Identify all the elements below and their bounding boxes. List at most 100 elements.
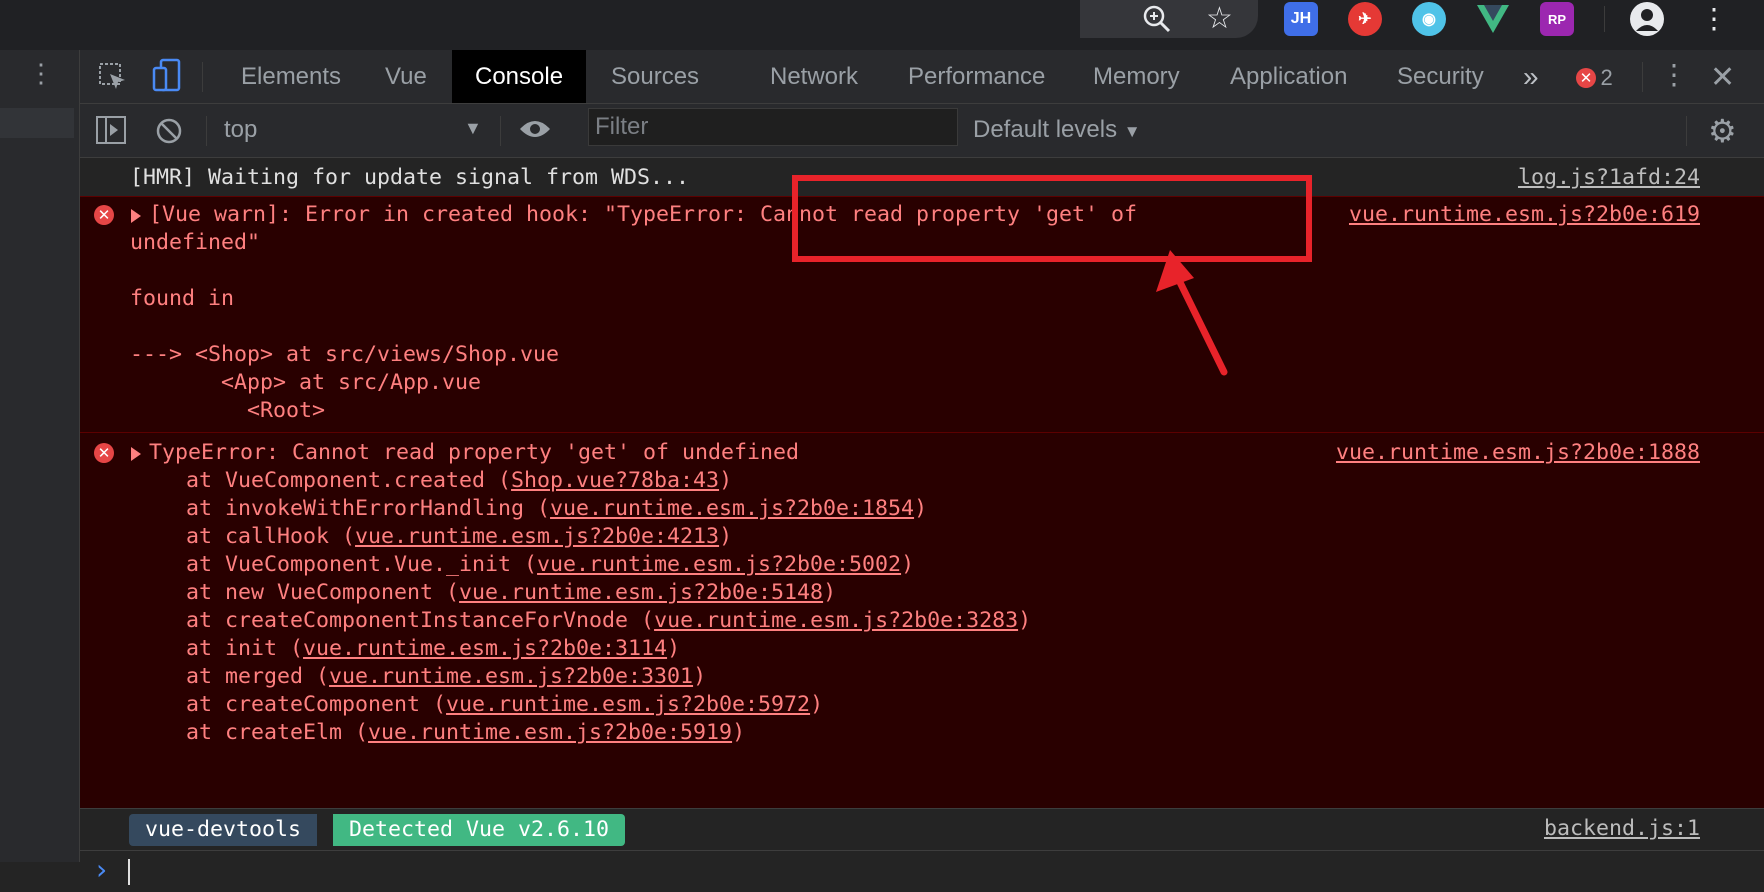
stack-frame-function: callHook [225, 524, 330, 549]
toolbar-separator-3 [1686, 116, 1687, 146]
console-message-vue-devtools: vue-devtools Detected Vue v2.6.10 backen… [80, 808, 1764, 850]
tab-security[interactable]: Security [1374, 50, 1507, 103]
stack-frame-paren-close: ) [914, 496, 928, 521]
stack-frame-function: createComponent [225, 692, 421, 717]
stack-frame-location-link[interactable]: vue.runtime.esm.js?2b0e:5148 [459, 580, 823, 605]
extension-rp-label: RP [1547, 11, 1567, 27]
vue-warn-source-link[interactable]: vue.runtime.esm.js?2b0e:619 [1349, 201, 1700, 229]
stack-frame-location-link[interactable]: vue.runtime.esm.js?2b0e:3283 [654, 608, 1018, 633]
tabbar-separator [202, 62, 203, 92]
stack-frame-at: at [186, 580, 226, 605]
stack-frame-location-link[interactable]: vue.runtime.esm.js?2b0e:3114 [303, 636, 667, 661]
annotation-arrow-icon [1156, 250, 1228, 376]
stack-frame-location-link[interactable]: vue.runtime.esm.js?2b0e:5919 [368, 720, 732, 745]
vue-devtools-extension-icon[interactable] [1476, 2, 1510, 36]
log-levels-selector[interactable]: Default levels ▼ [973, 116, 1141, 144]
tab-vue[interactable]: Vue [362, 50, 450, 103]
extension-rp-icon[interactable]: RP [1540, 2, 1574, 36]
log-source-link[interactable]: log.js?1afd:24 [1518, 164, 1700, 192]
stack-frame-paren-close: ) [810, 692, 824, 717]
inspect-element-icon[interactable] [98, 62, 128, 97]
stack-frame-paren-close: ) [719, 468, 733, 493]
stack-frame: at invokeWithErrorHandling (vue.runtime.… [186, 495, 1031, 523]
left-panel-selection [0, 108, 74, 138]
devtools-menu-icon[interactable]: ⋮ [1660, 58, 1688, 91]
toolbar-separator-2 [500, 116, 501, 146]
zoom-icon[interactable] [1142, 4, 1172, 40]
vue-warn-component-app: <App> at src/App.vue [130, 370, 482, 395]
tab-console[interactable]: Console [452, 50, 587, 103]
stack-frame-paren-open: ( [433, 580, 460, 605]
bookmark-star-icon[interactable]: ☆ [1206, 4, 1233, 34]
log-message-text: [HMR] Waiting for update signal from WDS… [130, 165, 690, 190]
devtools-tabbar: Elements Vue Console Sources Network Per… [80, 50, 1764, 104]
context-dropdown-icon[interactable]: ▼ [464, 118, 482, 139]
stack-frame-paren-open: ( [420, 692, 447, 717]
console-settings-gear-icon[interactable]: ⚙ [1708, 115, 1737, 147]
text-cursor [128, 859, 130, 885]
stack-frame-at: at [186, 468, 226, 493]
stack-frame-at: at [186, 524, 226, 549]
stack-frame-paren-open: ( [511, 552, 538, 577]
stack-frame-location-link[interactable]: Shop.vue?78ba:43 [511, 468, 719, 493]
vue-warn-component-root: <Root> [130, 398, 326, 423]
console-filter-input[interactable] [588, 108, 958, 146]
stack-frame-paren-open: ( [485, 468, 512, 493]
stack-frame-paren-open: ( [342, 720, 369, 745]
tab-elements[interactable]: Elements [218, 50, 364, 103]
browser-toolbar-separator [1604, 6, 1605, 32]
stack-frame-paren-open: ( [524, 496, 551, 521]
typeerror-source-link[interactable]: vue.runtime.esm.js?2b0e:1888 [1336, 439, 1700, 467]
stack-frame: at createComponentInstanceForVnode (vue.… [186, 607, 1031, 635]
stack-frame-location-link[interactable]: vue.runtime.esm.js?2b0e:1854 [550, 496, 914, 521]
browser-toolbar: ☆ JH ✈ ◉ RP ⋮ [0, 0, 1764, 50]
stack-frame-function: init [225, 636, 278, 661]
stack-frame-function: createComponentInstanceForVnode [225, 608, 629, 633]
clear-console-icon[interactable] [155, 117, 183, 150]
stack-frame-at: at [186, 664, 226, 689]
stack-frame-paren-open: ( [277, 636, 304, 661]
extension-rocket-icon[interactable]: ✈ [1348, 2, 1382, 36]
stack-frame: at init (vue.runtime.esm.js?2b0e:3114) [186, 635, 1031, 663]
extension-jh-icon[interactable]: JH [1284, 2, 1318, 36]
tab-application[interactable]: Application [1207, 50, 1370, 103]
stack-frame-location-link[interactable]: vue.runtime.esm.js?2b0e:4213 [355, 524, 719, 549]
tab-performance[interactable]: Performance [885, 50, 1068, 103]
tab-sources[interactable]: Sources [588, 50, 722, 103]
stack-frame-location-link[interactable]: vue.runtime.esm.js?2b0e:3301 [329, 664, 693, 689]
more-tabs-button[interactable]: » [1500, 50, 1562, 103]
extension-eye-icon[interactable]: ◉ [1412, 2, 1446, 36]
left-panel-strip: ⋮ [0, 50, 80, 862]
stack-frame-location-link[interactable]: vue.runtime.esm.js?2b0e:5972 [446, 692, 810, 717]
left-panel-menu-icon[interactable]: ⋮ [28, 58, 54, 89]
live-expression-eye-icon[interactable] [518, 117, 552, 146]
stack-frame-paren-close: ) [1018, 608, 1032, 633]
profile-avatar-icon[interactable] [1630, 2, 1664, 36]
stack-frame: at merged (vue.runtime.esm.js?2b0e:3301) [186, 663, 1031, 691]
context-selector[interactable]: top [224, 116, 257, 144]
stack-frame-at: at [186, 552, 226, 577]
error-count-value: 2 [1600, 65, 1613, 90]
browser-menu-icon[interactable]: ⋮ [1700, 4, 1728, 34]
device-toolbar-icon[interactable] [152, 58, 182, 99]
log-levels-dropdown-icon: ▼ [1123, 122, 1141, 141]
stack-frame-location-link[interactable]: vue.runtime.esm.js?2b0e:5002 [537, 552, 901, 577]
stack-frame-function: new VueComponent [225, 580, 434, 605]
console-prompt[interactable]: › [80, 850, 1764, 892]
vue-warn-line-2: undefined" [130, 230, 261, 255]
expand-triangle-icon[interactable] [131, 209, 141, 223]
tab-network[interactable]: Network [747, 50, 881, 103]
stack-frame-at: at [186, 692, 226, 717]
stack-frame-paren-open: ( [329, 524, 356, 549]
show-sidebar-icon[interactable] [96, 116, 126, 149]
error-icon: ✕ [94, 205, 114, 225]
expand-triangle-icon[interactable] [131, 447, 141, 461]
error-counter[interactable]: ✕ 2 [1576, 65, 1613, 90]
log-levels-label: Default levels [973, 116, 1118, 143]
backend-source-link[interactable]: backend.js:1 [1544, 815, 1700, 843]
stack-frame: at createElm (vue.runtime.esm.js?2b0e:59… [186, 719, 1031, 747]
error-icon: ✕ [94, 443, 114, 463]
devtools-panel: Elements Vue Console Sources Network Per… [80, 50, 1764, 885]
close-devtools-icon[interactable]: ✕ [1710, 60, 1735, 95]
tab-memory[interactable]: Memory [1070, 50, 1203, 103]
